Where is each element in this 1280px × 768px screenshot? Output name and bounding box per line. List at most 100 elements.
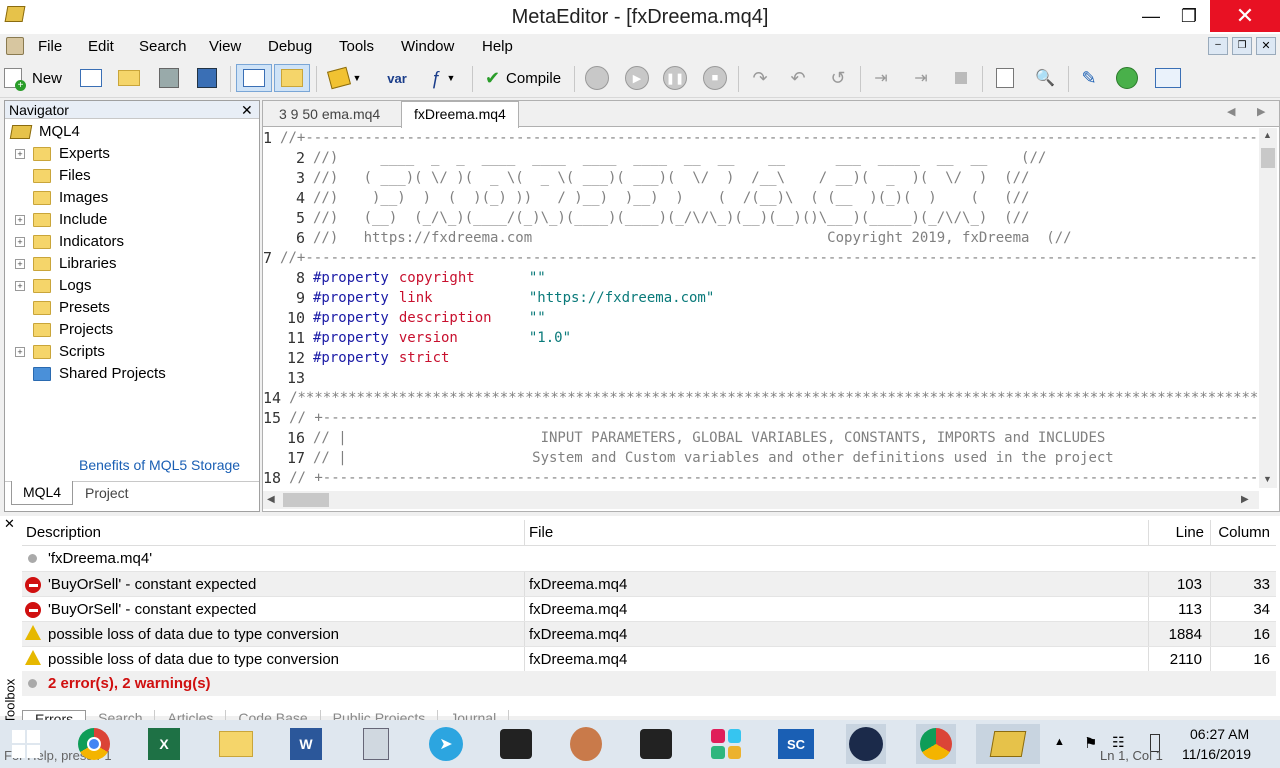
- mdi-close-button[interactable]: ✕: [1256, 37, 1276, 55]
- code-line[interactable]: 3 //) ( ___)( \/ )( _ \( _ \( ___)( ___)(…: [263, 168, 1259, 188]
- tree-item[interactable]: + Scripts: [9, 341, 257, 363]
- menu-search[interactable]: Search: [139, 38, 187, 55]
- col-column[interactable]: Column: [1210, 520, 1276, 545]
- menu-window[interactable]: Window: [401, 38, 454, 55]
- tree-item[interactable]: + Include: [9, 209, 257, 231]
- code-line[interactable]: 16 // | INPUT PARAMETERS, GLOBAL VARIABLE…: [263, 428, 1259, 448]
- toolbox-tab[interactable]: Errors: [22, 710, 87, 720]
- code-line[interactable]: 18 // +----------------------------------…: [263, 468, 1259, 488]
- tree-item[interactable]: Images: [9, 187, 257, 209]
- tab-file-fxdreema[interactable]: fxDreema.mq4: [401, 101, 519, 128]
- menu-file[interactable]: File: [38, 38, 62, 55]
- col-file[interactable]: File: [524, 520, 1144, 545]
- tree-item[interactable]: + Indicators: [9, 231, 257, 253]
- code-line[interactable]: 5 //) (__) (_/\_)(____/(_)\_)(____)(____)…: [263, 208, 1259, 228]
- start-windows-icon[interactable]: [6, 724, 46, 764]
- chrome-profile-icon[interactable]: [916, 724, 956, 764]
- stop-icon[interactable]: ■: [700, 64, 730, 92]
- tab-project[interactable]: Project: [85, 485, 129, 501]
- telegram-icon[interactable]: ➤: [426, 724, 466, 764]
- file-explorer-icon[interactable]: [216, 724, 256, 764]
- compile-button[interactable]: ✔ Compile: [478, 64, 568, 92]
- toolbox-close-icon[interactable]: ✕: [4, 516, 15, 532]
- copy-icon[interactable]: [990, 64, 1020, 92]
- toolbox-tab[interactable]: Journal: [438, 710, 510, 720]
- mdi-minimize-button[interactable]: –: [1208, 37, 1228, 55]
- menu-debug[interactable]: Debug: [268, 38, 312, 55]
- mdi-restore-button[interactable]: ❐: [1232, 37, 1252, 55]
- tree-root[interactable]: MQL4: [9, 121, 257, 143]
- tray-flag-icon[interactable]: ⚑: [1084, 734, 1097, 752]
- code-line[interactable]: 17 // | System and Custom variables and o…: [263, 448, 1259, 468]
- step-out-icon[interactable]: ↺: [822, 64, 854, 92]
- open-folder-icon[interactable]: [114, 64, 144, 92]
- code-line[interactable]: 2 //) ____ _ _ ____ ____ ____ ____ __ __ …: [263, 148, 1259, 168]
- toolbox-tab[interactable]: Articles: [155, 710, 227, 720]
- close-button[interactable]: ✕: [1210, 0, 1280, 32]
- clock-time[interactable]: 06:27 AM: [1190, 726, 1249, 742]
- table-row[interactable]: 'BuyOrSell' - constant expected fxDreema.…: [22, 571, 1276, 597]
- scroll-down-icon[interactable]: ▼: [1263, 474, 1272, 484]
- hscroll-thumb[interactable]: [283, 493, 329, 507]
- toolbox-tab[interactable]: Public Projects: [321, 710, 439, 720]
- outdent-icon[interactable]: ⇥: [906, 64, 936, 92]
- code-line[interactable]: 1 //+------------------------------------…: [263, 128, 1259, 148]
- tree-item[interactable]: + Logs: [9, 275, 257, 297]
- calculator-icon[interactable]: [356, 724, 396, 764]
- tree-item[interactable]: + Experts: [9, 143, 257, 165]
- col-description[interactable]: Description: [22, 520, 520, 545]
- hscroll-right-icon[interactable]: ▶: [1241, 494, 1249, 505]
- code-line[interactable]: 13: [263, 368, 1259, 388]
- tree-item[interactable]: Files: [9, 165, 257, 187]
- save-all-icon[interactable]: [192, 64, 222, 92]
- toolbox-tab[interactable]: Search: [86, 710, 156, 720]
- menu-tools[interactable]: Tools: [339, 38, 374, 55]
- play-icon[interactable]: ▶: [622, 64, 652, 92]
- tab-scroll-left-icon[interactable]: ◀: [1227, 105, 1235, 118]
- find-icon[interactable]: 🔍: [1030, 64, 1060, 92]
- code-area[interactable]: 1 //+------------------------------------…: [263, 128, 1259, 488]
- expand-icon[interactable]: +: [15, 215, 25, 225]
- breakpoint-icon[interactable]: [946, 64, 976, 92]
- expand-icon[interactable]: +: [15, 259, 25, 269]
- scroll-thumb[interactable]: [1261, 148, 1275, 168]
- new-project-icon[interactable]: [76, 64, 106, 92]
- function-icon[interactable]: ƒ ▼: [420, 64, 466, 92]
- file-row[interactable]: 'fxDreema.mq4': [22, 546, 1276, 571]
- shield-icon[interactable]: [1112, 64, 1142, 92]
- tree-item[interactable]: Shared Projects: [9, 363, 257, 385]
- code-line[interactable]: 7 //+------------------------------------…: [263, 248, 1259, 268]
- screen-capture-icon[interactable]: SC: [776, 724, 816, 764]
- styler-icon[interactable]: ▼: [322, 64, 368, 92]
- code-line[interactable]: 9 #property link "https://fxdreema.com": [263, 288, 1259, 308]
- code-line[interactable]: 14 /*************************************…: [263, 388, 1259, 408]
- chart-icon[interactable]: [1152, 64, 1184, 92]
- indent-icon[interactable]: ⇥: [866, 64, 896, 92]
- metaeditor-taskbar-icon[interactable]: [976, 724, 1040, 764]
- maximize-button[interactable]: ❐: [1166, 0, 1212, 32]
- code-line[interactable]: 12 #property strict: [263, 348, 1259, 368]
- step-over-icon[interactable]: ↶: [782, 64, 814, 92]
- step-into-icon[interactable]: ↷: [744, 64, 776, 92]
- new-button[interactable]: + New: [4, 64, 68, 92]
- menu-edit[interactable]: Edit: [88, 38, 114, 55]
- save-icon[interactable]: [154, 64, 184, 92]
- code-line[interactable]: 8 #property copyright "": [263, 268, 1259, 288]
- clock-date[interactable]: 11/16/2019: [1182, 746, 1251, 762]
- avatar-app-icon[interactable]: [566, 724, 606, 764]
- code-line[interactable]: 15 // +----------------------------------…: [263, 408, 1259, 428]
- scroll-up-icon[interactable]: ▲: [1263, 130, 1272, 140]
- tab-mql4[interactable]: MQL4: [11, 481, 73, 505]
- app-dark-2-icon[interactable]: [636, 724, 676, 764]
- hscroll-left-icon[interactable]: ◀: [267, 494, 275, 505]
- menu-help[interactable]: Help: [482, 38, 513, 55]
- vertical-scrollbar[interactable]: ▲ ▼: [1259, 128, 1277, 488]
- table-row[interactable]: possible loss of data due to type conver…: [22, 646, 1276, 672]
- excel-icon[interactable]: X: [144, 724, 184, 764]
- expand-icon[interactable]: +: [15, 281, 25, 291]
- mql5-storage-link[interactable]: Benefits of MQL5 Storage: [79, 457, 240, 473]
- navigator-toggle-icon[interactable]: [236, 64, 272, 92]
- menu-view[interactable]: View: [209, 38, 241, 55]
- restart-icon[interactable]: [582, 64, 612, 92]
- toolbox-tab[interactable]: Code Base: [226, 710, 321, 720]
